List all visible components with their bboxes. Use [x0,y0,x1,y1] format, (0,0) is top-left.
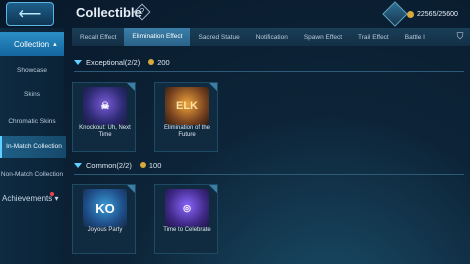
points-value: 100 [148,160,162,170]
effect-caption: Joyous Party [87,227,123,233]
achievements-menu[interactable]: Achievements ▾ [2,192,59,203]
sidebar: Collection ▴ Showcase Skins Chromatic Sk… [0,28,66,264]
currency-display: 22565/25600 [382,1,466,27]
card-corner-marker [209,83,217,91]
chevron-up-icon: ▴ [53,41,57,48]
sidebar-item-chromatic-skins[interactable]: Chromatic Skins [0,112,64,132]
tab-trail-effect[interactable]: Trail Effect [350,34,397,41]
section-header-exceptional[interactable]: Exceptional(2/2) 200 [74,55,464,72]
sidebar-item-label: Chromatic Skins [8,118,56,126]
card-corner-marker [127,83,135,91]
chevron-down-icon: ▾ [54,194,59,203]
card-corner-marker [209,185,217,193]
collapse-chevron-icon [74,59,82,65]
section-title: Common(2/2) [86,160,132,170]
effect-card-time-to-celebrate[interactable]: ◎ Time to Celebrate [154,184,218,254]
sidebar-item-label: Non-Match Collection [0,171,64,179]
notification-dot [50,192,54,196]
section-header-common[interactable]: Common(2/2) 100 [74,158,464,175]
sidebar-item-label: Skins [24,91,40,99]
tab-sacred-statue[interactable]: Sacred Statue [190,34,247,41]
tab-notification[interactable]: Notification [248,34,296,41]
tab-spawn-effect[interactable]: Spawn Effect [296,34,350,41]
back-button[interactable]: ⟵ [6,2,54,26]
currency-value: 22565/25600 [417,10,458,18]
effect-artwork: ELK [176,100,198,112]
back-arrow-icon: ⟵ [18,6,42,23]
tab-elimination-effect[interactable]: Elimination Effect [124,28,191,46]
top-bar: ⟵ Collectible ? 22565/25600 [0,0,470,28]
sidebar-item-label: Showcase [17,67,47,75]
sidebar-item-showcase[interactable]: Showcase [0,64,64,78]
achievements-label: Achievements [2,194,53,203]
effect-artwork: KO [95,200,115,216]
effect-caption: Knockout: Uh, Next Time [79,125,131,139]
sidebar-main-label: Collection [14,39,50,49]
section-points: 200 [148,58,170,67]
sidebar-item-skins[interactable]: Skins [0,88,64,102]
effect-thumbnail: ◎ [165,189,209,227]
effect-thumbnail: ☠ [83,87,127,125]
filter-icon[interactable]: ⛉ [454,30,466,42]
tab-recall-effect[interactable]: Recall Effect [72,34,124,41]
brand-emblem-icon [382,1,408,27]
effect-caption: Elimination of the Future [163,125,211,139]
effect-card-knockout[interactable]: ☠ Knockout: Uh, Next Time [72,82,136,152]
section-points: 100 [139,160,162,170]
card-corner-marker [127,185,135,193]
effect-thumbnail: ELK [165,87,209,125]
points-value: 200 [157,57,170,67]
section-title: Exceptional(2/2) [86,57,141,67]
effect-artwork: ☠ [100,100,110,112]
collapse-chevron-icon [74,162,82,168]
sidebar-item-label: In-Match Collection [6,143,62,151]
effect-tabs: Recall Effect Elimination Effect Sacred … [72,28,470,46]
section-divider [74,71,464,72]
sidebar-collection-button[interactable]: Collection ▴ [0,32,64,56]
effect-card-joyous-party[interactable]: KO Joyous Party [72,184,136,254]
effect-card-elimination-of-the-future[interactable]: ELK Elimination of the Future [154,82,218,152]
coin-icon [148,59,155,65]
sidebar-item-non-match-collection[interactable]: Non-Match Collection [0,164,64,186]
tab-battle[interactable]: Battle I [397,34,433,41]
effect-caption: Time to Celebrate [163,227,211,233]
sidebar-item-in-match-collection[interactable]: In-Match Collection [0,136,66,158]
coin-icon [139,162,146,168]
effect-thumbnail: KO [83,189,127,227]
section-divider [74,174,464,175]
effect-artwork: ◎ [183,202,191,213]
coin-icon [407,10,414,18]
page-title: Collectible [76,5,142,20]
